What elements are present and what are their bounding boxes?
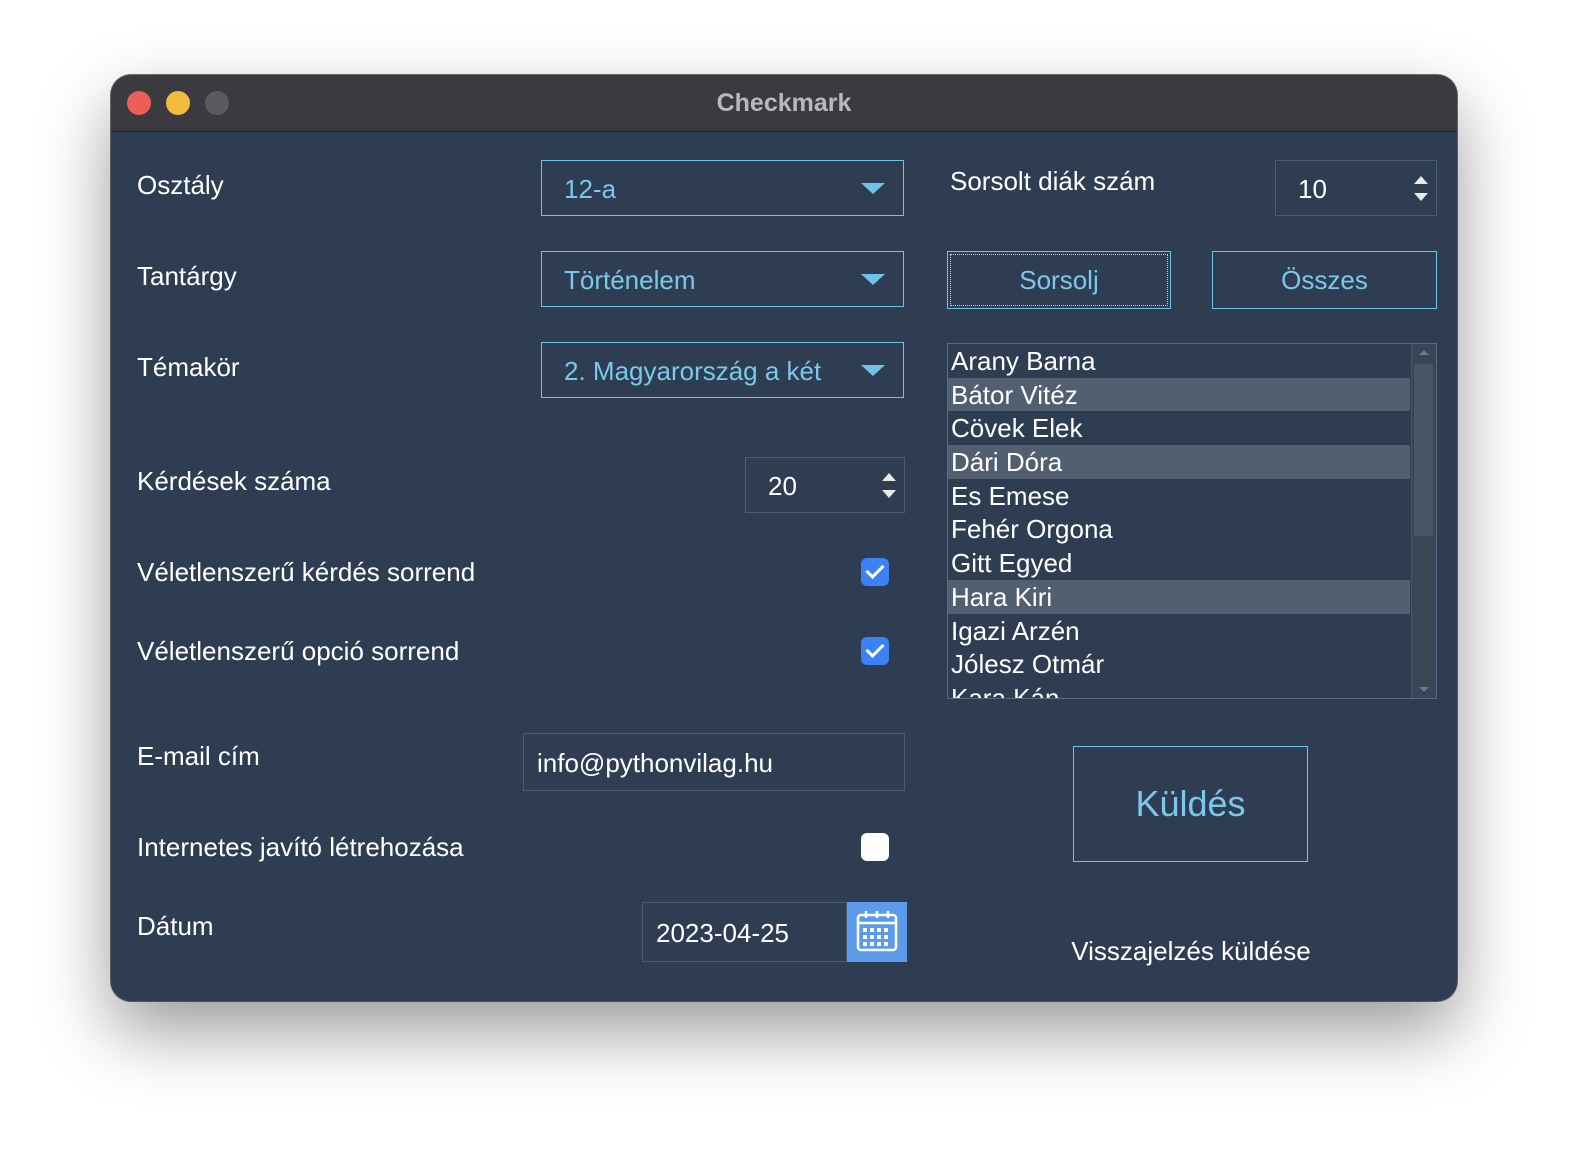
student-list-scrollbar[interactable]: [1411, 344, 1436, 698]
student-list-item[interactable]: Igazi Arzén: [948, 614, 1410, 648]
student-list-item[interactable]: Bátor Vitéz: [948, 377, 1410, 412]
random-question-order-checkbox[interactable]: [861, 558, 889, 586]
send-button[interactable]: Küldés: [1073, 746, 1308, 862]
date-field[interactable]: 2023-04-25: [642, 902, 847, 962]
title-bar: Checkmark: [111, 75, 1457, 132]
drawn-student-count-label: Sorsolt diák szám: [950, 166, 1156, 196]
send-feedback-label: Visszajelzés küldése: [1071, 936, 1311, 966]
spin-up-icon[interactable]: [882, 473, 896, 481]
draw-button[interactable]: Sorsolj: [947, 251, 1171, 309]
topic-dropdown-value: 2. Magyarország a két: [564, 356, 822, 386]
student-list-item[interactable]: Jólesz Otmár: [948, 647, 1410, 681]
scroll-down-icon[interactable]: [1419, 687, 1429, 692]
email-field-value: info@pythonvilag.hu: [537, 748, 773, 778]
student-list-item[interactable]: Kara Kán: [948, 681, 1410, 698]
topic-dropdown[interactable]: 2. Magyarország a két: [541, 342, 904, 398]
student-list-item[interactable]: Hara Kiri: [948, 579, 1410, 614]
chevron-down-icon: [861, 274, 885, 285]
student-list-item[interactable]: Es Emese: [948, 479, 1410, 513]
question-count-spinbox[interactable]: 20: [745, 457, 905, 513]
chevron-down-icon: [861, 183, 885, 194]
calendar-icon: [856, 911, 898, 952]
student-list-item[interactable]: Gitt Egyed: [948, 546, 1410, 580]
all-button[interactable]: Összes: [1212, 251, 1437, 309]
student-list-item[interactable]: Cövek Elek: [948, 411, 1410, 445]
class-dropdown-value: 12-a: [564, 174, 617, 204]
random-option-order-label: Véletlenszerű opció sorrend: [137, 636, 460, 666]
email-field[interactable]: info@pythonvilag.hu: [523, 733, 905, 791]
drawn-student-count-spinbox[interactable]: 10: [1275, 160, 1437, 216]
chevron-down-icon: [861, 365, 885, 376]
random-question-order-label: Véletlenszerű kérdés sorrend: [137, 557, 476, 587]
spin-up-icon[interactable]: [1414, 176, 1428, 184]
scroll-up-icon[interactable]: [1419, 350, 1429, 355]
student-list-item[interactable]: Dári Dóra: [948, 445, 1410, 479]
email-label: E-mail cím: [137, 741, 260, 771]
question-count-label: Kérdések száma: [137, 466, 331, 496]
spin-down-icon[interactable]: [1414, 193, 1428, 201]
subject-label: Tantárgy: [137, 261, 237, 291]
scrollbar-thumb[interactable]: [1414, 364, 1433, 536]
window-title: Checkmark: [716, 89, 852, 117]
student-list[interactable]: Arany Barna Bátor Vitéz Cövek Elek Dári Dór…: [947, 343, 1437, 699]
main-content: Osztály 12-a Tantárgy Történelem Témakör…: [111, 132, 1457, 1001]
date-field-value: 2023-04-25: [656, 918, 789, 948]
subject-dropdown[interactable]: Történelem: [541, 251, 904, 307]
student-list-item[interactable]: Fehér Orgona: [948, 512, 1410, 546]
topic-label: Témakör: [137, 352, 240, 382]
class-label: Osztály: [137, 170, 224, 200]
drawn-student-count-value: 10: [1298, 174, 1327, 204]
student-list-items: Arany Barna Bátor Vitéz Cövek Elek Dári Dór…: [948, 344, 1410, 698]
question-count-value: 20: [768, 471, 797, 501]
spin-down-icon[interactable]: [882, 490, 896, 498]
online-answer-key-label: Internetes javító létrehozása: [137, 832, 464, 862]
date-label: Dátum: [137, 911, 214, 941]
app-window: Checkmark Osztály 12-a Tantárgy Történel…: [111, 75, 1457, 1001]
calendar-button[interactable]: [847, 902, 907, 962]
online-answer-key-checkbox[interactable]: [861, 833, 889, 861]
random-option-order-checkbox[interactable]: [861, 637, 889, 665]
subject-dropdown-value: Történelem: [564, 265, 696, 295]
class-dropdown[interactable]: 12-a: [541, 160, 904, 216]
student-list-item[interactable]: Arany Barna: [948, 344, 1410, 378]
